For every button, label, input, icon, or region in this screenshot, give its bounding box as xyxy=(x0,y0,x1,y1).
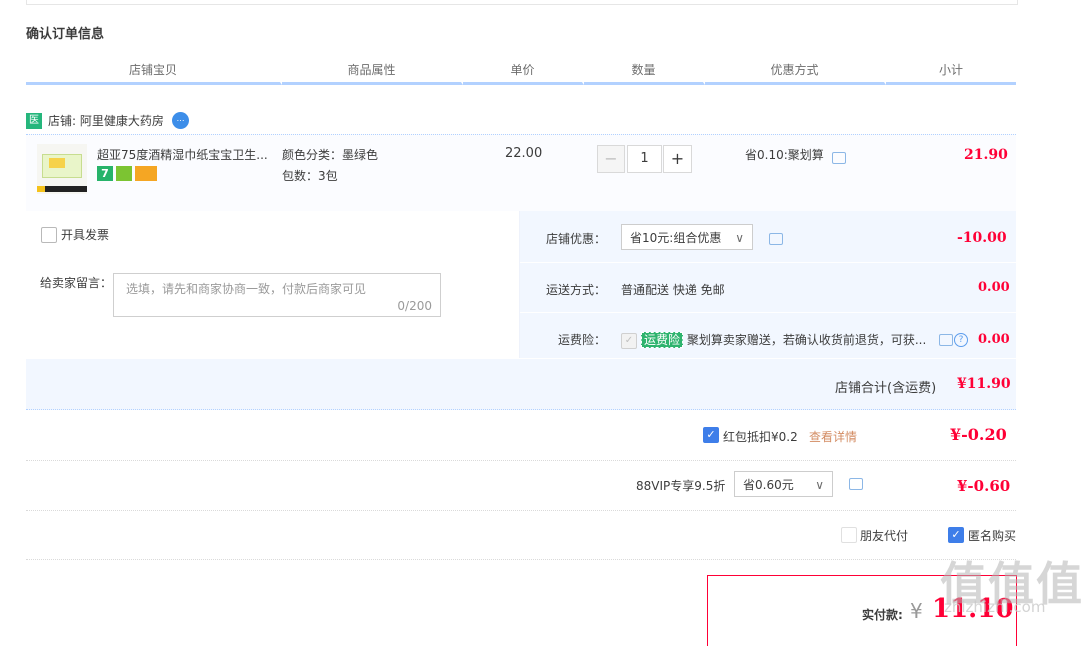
pharmacy-badge-icon: 医 xyxy=(26,113,42,129)
help-question-icon[interactable]: ? xyxy=(954,333,968,347)
shop-discount-label: 店铺优惠： xyxy=(546,232,607,246)
quantity-increase-button[interactable]: + xyxy=(663,145,692,173)
pay-currency: ¥ xyxy=(910,599,923,623)
quantity-input[interactable]: 1 xyxy=(627,145,662,173)
invoice-checkbox[interactable] xyxy=(41,227,57,243)
red-packet-checkbox[interactable]: ✓ xyxy=(703,427,719,443)
service-badges: 7 xyxy=(97,166,160,181)
item-subtotal: 21.90 xyxy=(964,147,1008,163)
shipping-value: 普通配送 快递 免邮 xyxy=(621,283,725,297)
pay-label: 实付款: xyxy=(862,608,903,622)
watermark-url: zhizhizhi.com xyxy=(944,598,1046,616)
chat-wangwang-icon[interactable]: ⋯ xyxy=(172,112,189,129)
red-packet-details-link[interactable]: 查看详情 xyxy=(809,428,857,445)
insurance-tag: 运费险 xyxy=(641,332,684,348)
shipping-amount: 0.00 xyxy=(978,280,1010,295)
shop-total-label: 店铺合计(含运费) xyxy=(835,381,937,396)
shop-discount-select[interactable]: 省10元:组合优惠 ∨ xyxy=(621,224,753,250)
message-icon[interactable] xyxy=(832,152,846,164)
divider xyxy=(26,510,1016,511)
col-header-qty: 数量 xyxy=(584,62,705,85)
memo-placeholder: 选填，请先和商家协商一致，付款后商家可见 xyxy=(126,282,367,296)
vip-discount-select[interactable]: 省0.60元 ∨ xyxy=(734,471,833,497)
red-packet-label: 红包抵扣¥0.2 xyxy=(723,430,798,444)
insurance-desc: 聚划算卖家赠送，若确认收货前退货，可获... xyxy=(686,333,927,347)
chevron-down-icon: ∨ xyxy=(735,231,744,245)
col-header-subtotal: 小计 xyxy=(886,62,1016,85)
message-icon[interactable] xyxy=(769,233,783,245)
chevron-down-icon: ∨ xyxy=(815,478,824,492)
col-header-discount: 优惠方式 xyxy=(705,62,886,85)
divider xyxy=(520,312,1016,313)
product-thumbnail[interactable] xyxy=(37,144,87,194)
attr-color: 颜色分类：墨绿色 xyxy=(282,148,379,162)
divider xyxy=(26,460,1016,461)
guarantee-icon xyxy=(116,166,132,181)
message-icon[interactable] xyxy=(939,334,953,346)
shop-total-amount: ¥11.90 xyxy=(957,376,1011,392)
credit-card-icon xyxy=(135,166,157,181)
invoice-label: 开具发票 xyxy=(61,228,110,242)
attr-pack: 包数：3包 xyxy=(282,169,338,183)
shop-name-link[interactable]: 店铺: 阿里健康大药房 xyxy=(48,113,164,129)
memo-counter: 0/200 xyxy=(397,299,432,313)
friend-pay-label: 朋友代付 xyxy=(860,529,909,543)
anonymous-label: 匿名购买 xyxy=(968,529,1017,543)
item-discount-text: 省0.10:聚划算 xyxy=(745,148,824,162)
divider xyxy=(520,262,1016,263)
vip-discount-selected: 省0.60元 xyxy=(743,478,794,492)
message-icon[interactable] xyxy=(849,478,863,490)
page-title: 确认订单信息 xyxy=(26,27,105,42)
col-header-attr: 商品属性 xyxy=(282,62,463,85)
insurance-label: 运费险： xyxy=(558,333,607,347)
insurance-text: 运费险 聚划算卖家赠送，若确认收货前退货，可获... xyxy=(641,331,926,348)
anonymous-checkbox[interactable]: ✓ xyxy=(948,527,964,543)
insurance-checkbox: ✓ xyxy=(621,333,637,349)
memo-textarea[interactable]: 选填，请先和商家协商一致，付款后商家可见 0/200 xyxy=(113,273,441,317)
col-header-price: 单价 xyxy=(463,62,584,85)
quantity-decrease-button[interactable]: − xyxy=(597,145,625,173)
top-panel-edge xyxy=(26,0,1018,5)
memo-label: 给卖家留言： xyxy=(40,276,113,290)
red-packet-amount: ¥-0.20 xyxy=(950,425,1007,444)
friend-pay-checkbox[interactable] xyxy=(841,527,857,543)
shop-discount-selected: 省10元:组合优惠 xyxy=(630,231,722,245)
shipping-label: 运送方式： xyxy=(546,283,607,297)
shop-discount-amount: -10.00 xyxy=(957,230,1007,246)
product-name-link[interactable]: 超亚75度酒精湿巾纸宝宝卫生... xyxy=(97,146,268,163)
insurance-amount: 0.00 xyxy=(978,332,1010,347)
col-header-item: 店铺宝贝 xyxy=(26,62,282,85)
vip-label: 88VIP专享9.5折 xyxy=(636,479,726,493)
unit-price: 22.00 xyxy=(505,146,543,161)
seven-day-return-icon: 7 xyxy=(97,166,113,181)
divider xyxy=(26,559,1016,560)
vip-amount: ¥-0.60 xyxy=(957,477,1011,495)
